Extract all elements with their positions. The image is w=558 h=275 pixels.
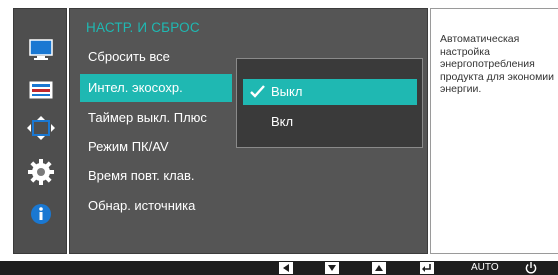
option-off-label: Выкл — [271, 84, 303, 99]
picture-icon[interactable] — [14, 31, 68, 69]
position-icon[interactable] — [14, 109, 68, 147]
power-button[interactable] — [524, 261, 538, 275]
onscreen-display-icon[interactable] — [14, 71, 68, 109]
menu-item-key-repeat-time[interactable]: Время повт. клав. — [80, 162, 280, 190]
eco-saving-submenu: Выкл Вкл — [236, 58, 423, 148]
checkmark-icon — [250, 85, 265, 98]
left-arrow-button[interactable] — [279, 262, 293, 274]
menu-title: НАСТР. И СБРОС — [86, 20, 200, 35]
control-bar: AUTO — [0, 261, 558, 275]
left-arrow-icon — [283, 264, 289, 272]
help-panel: Автоматическая настройка энергопотреблен… — [430, 8, 558, 254]
enter-button[interactable] — [420, 262, 434, 274]
enter-icon — [422, 263, 431, 272]
power-icon — [525, 262, 537, 274]
down-arrow-button[interactable] — [325, 262, 339, 274]
category-sidebar — [13, 8, 67, 254]
up-arrow-icon — [375, 265, 383, 271]
menu-item-eco-saving[interactable]: Интел. экосохр. — [80, 74, 232, 102]
monitor-osd: НАСТР. И СБРОС Сбросить все Интел. экосо… — [0, 0, 558, 261]
option-off[interactable]: Выкл — [243, 79, 417, 105]
option-on-label: Вкл — [271, 114, 294, 129]
information-icon[interactable] — [14, 195, 68, 233]
down-arrow-icon — [328, 265, 336, 271]
settings-icon[interactable] — [14, 153, 68, 191]
auto-button[interactable]: AUTO — [471, 262, 499, 274]
up-arrow-button[interactable] — [372, 262, 386, 274]
menu-item-source-detection[interactable]: Обнар. источника — [80, 192, 280, 220]
option-on[interactable]: Вкл — [243, 109, 417, 135]
help-text: Автоматическая настройка энергопотреблен… — [440, 33, 555, 95]
